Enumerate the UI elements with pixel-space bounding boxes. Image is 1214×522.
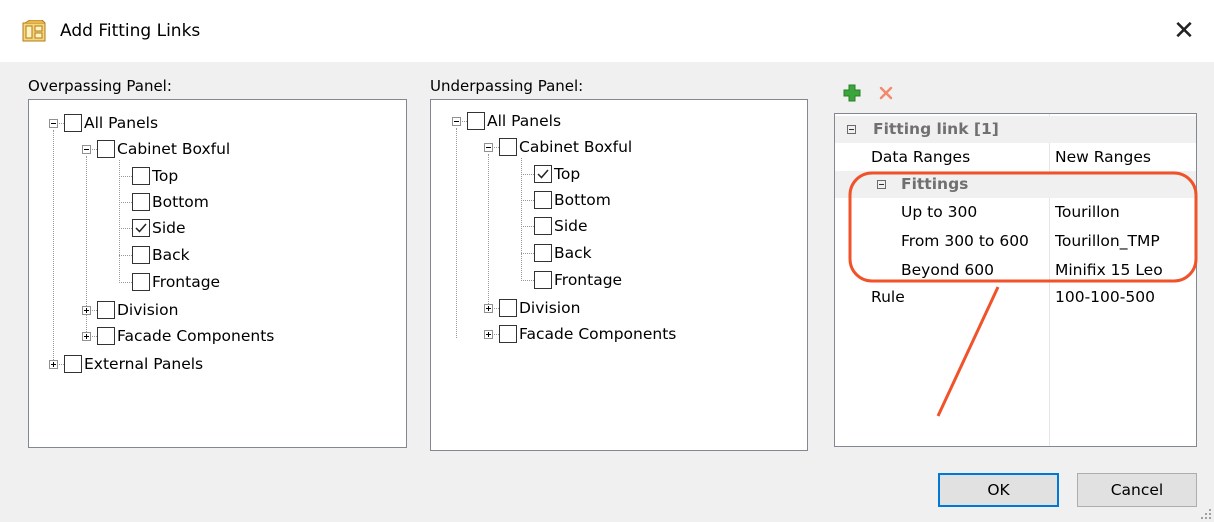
tree-item-division[interactable]: Division: [499, 297, 580, 319]
collapse-toggle-cabinet-boxful[interactable]: [82, 145, 91, 154]
checkbox[interactable]: [97, 301, 115, 319]
collapse-toggle-all-panels[interactable]: [49, 119, 58, 128]
checkbox[interactable]: [132, 246, 150, 264]
ok-button[interactable]: OK: [938, 473, 1059, 507]
collapse-fittings-icon[interactable]: [877, 180, 886, 189]
tree-item-side[interactable]: Side: [132, 217, 186, 239]
collapse-toggle-all-panels[interactable]: [452, 117, 461, 126]
tree-item-top[interactable]: Top: [534, 163, 580, 185]
category-label: Fitting link [1]: [873, 120, 999, 138]
checkbox[interactable]: [534, 191, 552, 209]
underpassing-panel-tree[interactable]: All Panels Cabinet Boxful Top Bottom Sid…: [430, 99, 808, 451]
property-row[interactable]: Beyond 600 Minifix 15 Leo: [835, 257, 1196, 284]
collapse-category-icon[interactable]: [847, 125, 856, 134]
tree-item-cabinet-boxful[interactable]: Cabinet Boxful: [499, 136, 632, 158]
overpassing-panel-label: Overpassing Panel:: [28, 77, 172, 95]
window-title: Add Fitting Links: [60, 21, 201, 41]
checkbox[interactable]: [132, 193, 150, 211]
checkbox[interactable]: [64, 114, 82, 132]
checkbox[interactable]: [97, 140, 115, 158]
checkbox[interactable]: [64, 355, 82, 373]
cancel-button[interactable]: Cancel: [1077, 473, 1197, 507]
checkmark-icon: [537, 169, 549, 179]
tree-item-all-panels[interactable]: All Panels: [467, 110, 561, 132]
tree-item-facade-components[interactable]: Facade Components: [499, 323, 676, 345]
expand-toggle-facade-components[interactable]: [82, 332, 91, 341]
tree-item-frontage[interactable]: Frontage: [534, 269, 622, 291]
checkbox[interactable]: [499, 299, 517, 317]
subcategory-row-fittings[interactable]: Fittings: [835, 171, 1196, 198]
checkbox-checked[interactable]: [132, 219, 150, 237]
tree-item-external-panels[interactable]: External Panels: [64, 353, 203, 375]
overpassing-panel-tree[interactable]: All Panels Cabinet Boxful Top Bottom Sid…: [28, 99, 407, 448]
tree-item-frontage[interactable]: Frontage: [132, 271, 220, 293]
checkbox[interactable]: [534, 244, 552, 262]
collapse-toggle-cabinet-boxful[interactable]: [484, 143, 493, 152]
checkbox[interactable]: [534, 271, 552, 289]
checkbox[interactable]: [467, 112, 485, 130]
tree-item-bottom[interactable]: Bottom: [534, 189, 611, 211]
property-grid[interactable]: Fitting link [1] Data Ranges New Ranges …: [834, 113, 1197, 447]
checkbox[interactable]: [499, 138, 517, 156]
tree-item-top[interactable]: Top: [132, 165, 178, 187]
checkbox[interactable]: [132, 273, 150, 291]
tree-item-back[interactable]: Back: [132, 244, 190, 266]
title-bar: Add Fitting Links ✕: [0, 0, 1214, 62]
fitting-app-icon: [22, 20, 46, 42]
checkbox[interactable]: [132, 167, 150, 185]
tree-item-all-panels[interactable]: All Panels: [64, 112, 158, 134]
checkmark-icon: [135, 223, 147, 233]
close-icon[interactable]: ✕: [1162, 12, 1206, 50]
resize-grip-icon[interactable]: [1200, 508, 1212, 520]
expand-toggle-division[interactable]: [82, 306, 91, 315]
checkbox-checked[interactable]: [534, 165, 552, 183]
category-row[interactable]: Fitting link [1]: [835, 116, 1196, 143]
tree-item-back[interactable]: Back: [534, 242, 592, 264]
delete-x-icon[interactable]: [876, 83, 896, 103]
checkbox[interactable]: [499, 325, 517, 343]
expand-toggle-division[interactable]: [484, 304, 493, 313]
property-row[interactable]: Data Ranges New Ranges: [835, 144, 1196, 171]
expand-toggle-external-panels[interactable]: [49, 360, 58, 369]
property-row[interactable]: Rule 100-100-500: [835, 284, 1196, 311]
checkbox[interactable]: [97, 327, 115, 345]
tree-item-bottom[interactable]: Bottom: [132, 191, 209, 213]
expand-toggle-facade-components[interactable]: [484, 330, 493, 339]
add-plus-icon[interactable]: [842, 83, 862, 103]
checkbox[interactable]: [534, 217, 552, 235]
tree-item-facade-components[interactable]: Facade Components: [97, 325, 274, 347]
underpassing-panel-label: Underpassing Panel:: [430, 77, 584, 95]
property-row[interactable]: Up to 300 Tourillon: [835, 199, 1196, 226]
tree-item-division[interactable]: Division: [97, 299, 178, 321]
property-row[interactable]: From 300 to 600 Tourillon_TMP: [835, 228, 1196, 255]
tree-item-side[interactable]: Side: [534, 215, 588, 237]
tree-item-cabinet-boxful[interactable]: Cabinet Boxful: [97, 138, 230, 160]
